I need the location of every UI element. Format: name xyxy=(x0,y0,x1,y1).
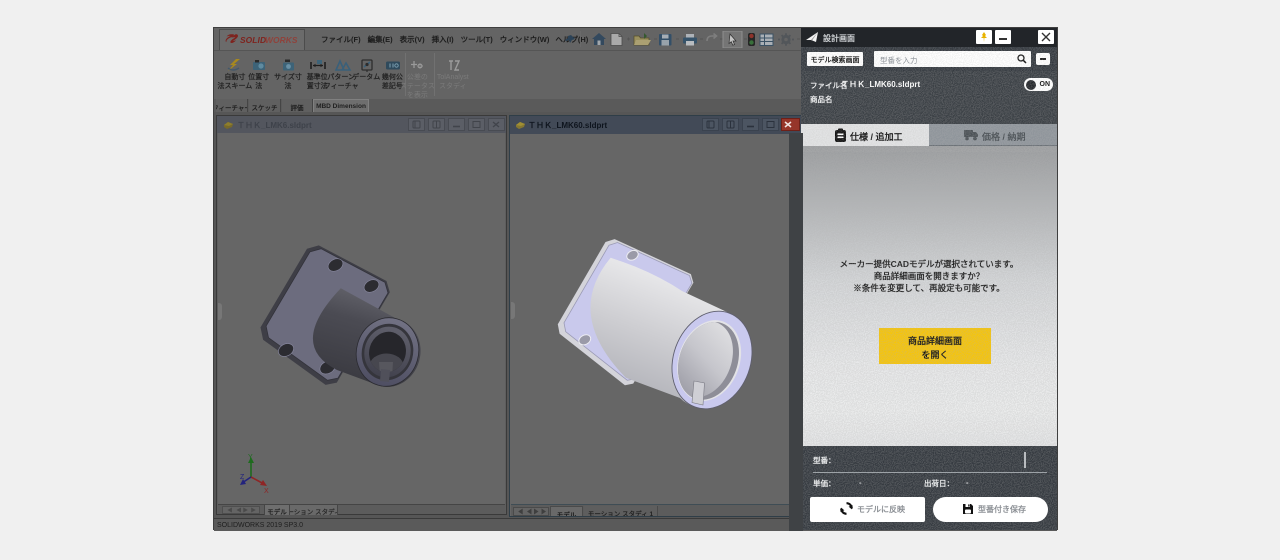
svg-text:X: X xyxy=(264,488,269,493)
svg-text:SOLID: SOLID xyxy=(240,35,266,45)
svg-text:WORKS: WORKS xyxy=(265,35,298,45)
svg-text:Y: Y xyxy=(248,454,253,461)
svg-text:Z: Z xyxy=(240,474,245,481)
